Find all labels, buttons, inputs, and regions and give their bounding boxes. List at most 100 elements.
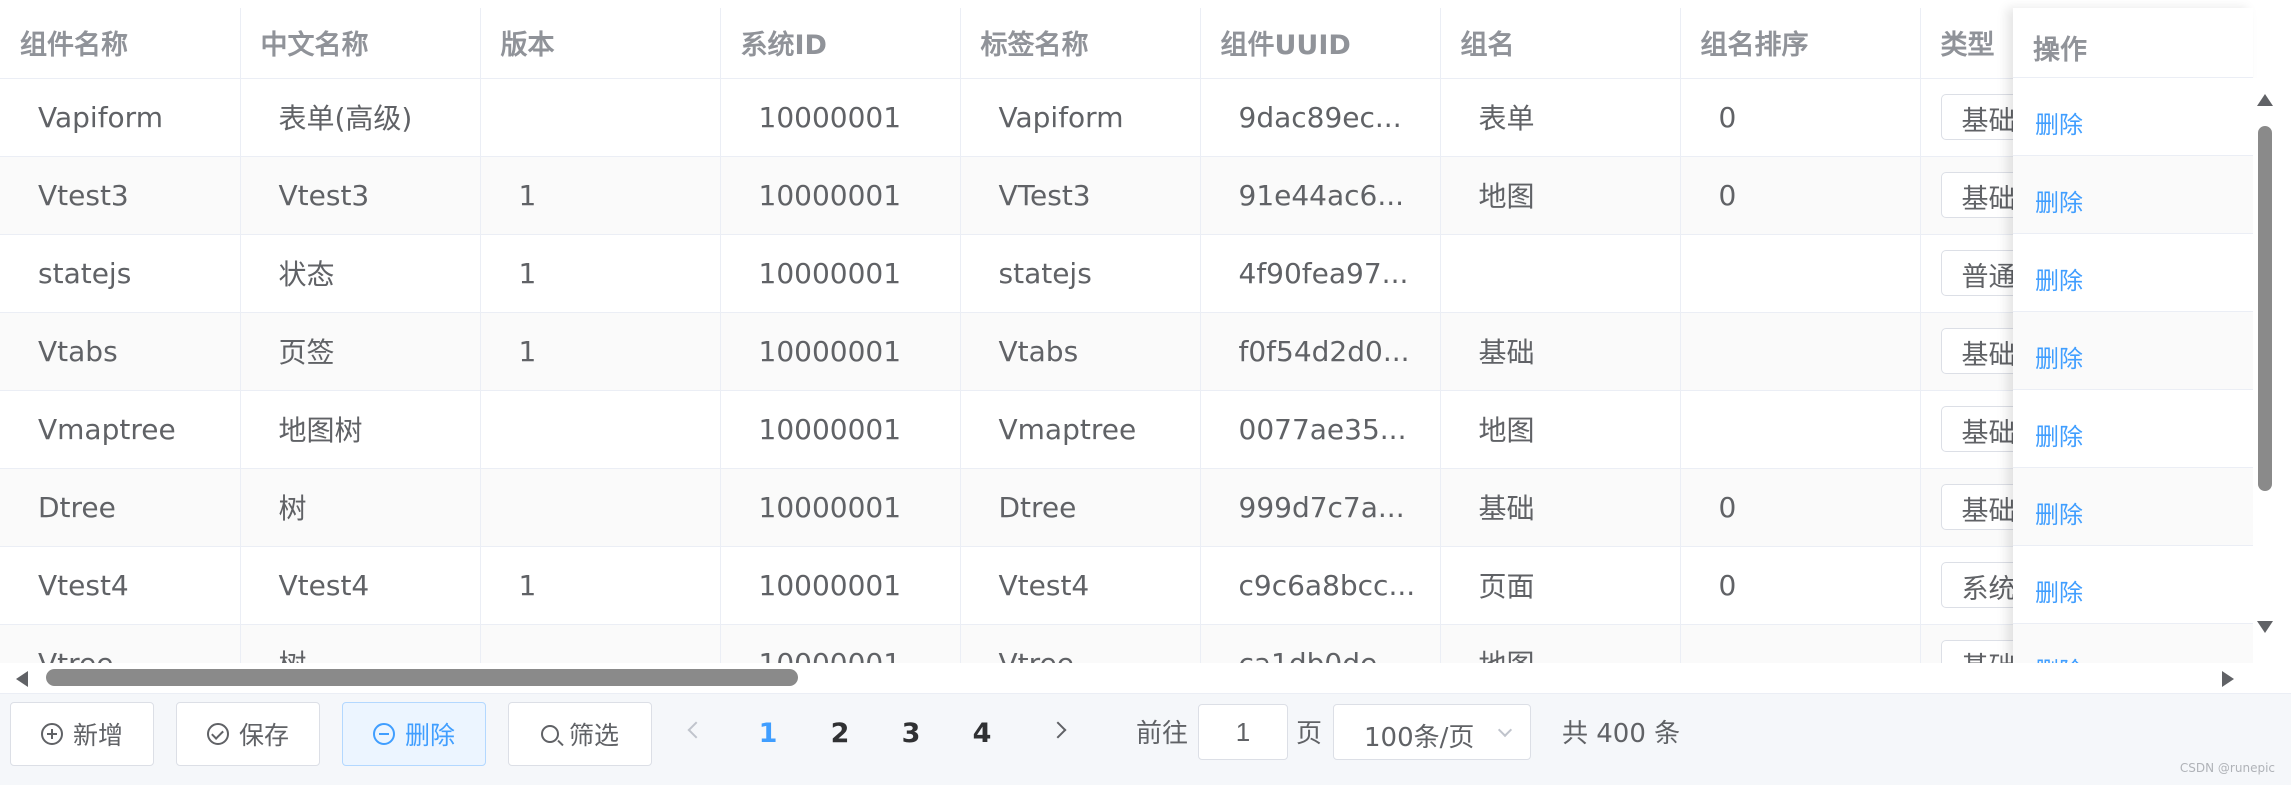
column-header-actions: 操作: [2013, 8, 2253, 78]
column-header-version[interactable]: 版本: [480, 8, 721, 79]
cell-component-name: Vtabs: [0, 312, 241, 391]
cell-system-id: 10000001: [720, 312, 961, 391]
table-row[interactable]: statejs 状态 1 10000001 statejs 4f90fea97... 普通: [0, 234, 2262, 313]
vertical-scroll-thumb[interactable]: [2258, 126, 2272, 491]
row-delete-link[interactable]: 删除: [2013, 234, 2253, 312]
scroll-left-arrow-icon[interactable]: [16, 671, 28, 687]
column-header-component-uuid[interactable]: 组件UUID: [1200, 8, 1441, 79]
cell-component-uuid: ca1db0de...: [1200, 624, 1441, 663]
vertical-scrollbar[interactable]: [2253, 78, 2277, 663]
cell-system-id: 10000001: [720, 390, 961, 469]
column-header-chinese-name[interactable]: 中文名称: [240, 8, 481, 79]
scroll-down-arrow-icon[interactable]: [2257, 621, 2273, 633]
cell-group-order: 0: [1680, 468, 1921, 547]
goto-suffix: 页: [1296, 719, 1323, 749]
row-delete-link[interactable]: 删除: [2013, 468, 2253, 546]
horizontal-scrollbar[interactable]: [0, 663, 2262, 693]
cell-component-name: Vtest4: [0, 546, 241, 625]
cell-tag-name: statejs: [960, 234, 1201, 313]
cell-version: [480, 390, 721, 469]
plus-circle-icon: [40, 723, 63, 745]
cell-component-uuid: f0f54d2d0...: [1200, 312, 1441, 391]
cell-component-uuid: 91e44ac6...: [1200, 156, 1441, 235]
cell-component-uuid: 999d7c7a...: [1200, 468, 1441, 547]
cell-version: [480, 624, 721, 663]
cell-system-id: 10000001: [720, 624, 961, 663]
add-button[interactable]: 新增: [10, 702, 154, 766]
table-row[interactable]: Vtabs 页签 1 10000001 Vtabs f0f54d2d0... 基础 基础: [0, 312, 2262, 391]
cell-system-id: 10000001: [720, 468, 961, 547]
bottom-toolbar: 新增 保存 删除 筛选 1 2 3 4 前往 页 100条/页 共 400 条 …: [0, 693, 2291, 785]
cell-system-id: 10000001: [720, 78, 961, 157]
prev-page-chevron-icon[interactable]: [687, 721, 705, 739]
cell-chinese-name: 地图树: [240, 390, 481, 469]
table-row[interactable]: Vtest3 Vtest3 1 10000001 VTest3 91e44ac6... 地图…: [0, 156, 2262, 235]
cell-group-order: [1680, 312, 1921, 391]
row-delete-link[interactable]: 删除: [2013, 312, 2253, 390]
cell-component-uuid: 4f90fea97...: [1200, 234, 1441, 313]
cell-version: 1: [480, 312, 721, 391]
cell-version: 1: [480, 156, 721, 235]
save-button-label: 保存: [238, 721, 289, 750]
minus-circle-icon: [372, 723, 395, 745]
page-number-1[interactable]: 1: [748, 702, 788, 766]
cell-group-order: 0: [1680, 78, 1921, 157]
table-row[interactable]: Vmaptree 地图树 10000001 Vmaptree 0077ae35... 地图…: [0, 390, 2262, 469]
page-number-3[interactable]: 3: [891, 702, 931, 766]
cell-tag-name: VTest3: [960, 156, 1201, 235]
row-delete-link[interactable]: 删除: [2013, 156, 2253, 234]
cell-version: [480, 78, 721, 157]
component-table: 组件名称 中文名称 版本 系统ID 标签名称 组件UUID 组名 组名排序 类型…: [0, 8, 2262, 663]
page-number-2[interactable]: 2: [820, 702, 860, 766]
row-delete-link[interactable]: 删除: [2013, 546, 2253, 624]
page-size-value: 100条/页: [1364, 723, 1475, 753]
cell-group-name: 地图: [1440, 156, 1681, 235]
cell-group-name: 表单: [1440, 78, 1681, 157]
search-icon: [540, 725, 559, 743]
table-row[interactable]: Vtree树10000001Vtreeca1db0de...地图基础: [0, 624, 2262, 663]
add-button-label: 新增: [72, 721, 123, 750]
component-table-page: 组件名称 中文名称 版本 系统ID 标签名称 组件UUID 组名 组名排序 类型…: [0, 0, 2291, 785]
horizontal-scroll-thumb[interactable]: [46, 669, 798, 686]
cell-chinese-name: 状态: [240, 234, 481, 313]
row-delete-link[interactable]: 删除: [2013, 390, 2253, 468]
cell-tag-name: Vtest4: [960, 546, 1201, 625]
cell-chinese-name: Vtest4: [240, 546, 481, 625]
scroll-right-arrow-icon[interactable]: [2222, 671, 2234, 687]
scroll-up-arrow-icon[interactable]: [2257, 94, 2273, 106]
goto-page-input[interactable]: [1198, 704, 1288, 760]
table-row[interactable]: Vtest4 Vtest4 1 10000001 Vtest4 c9c6a8bcc... 页…: [0, 546, 2262, 625]
filter-button[interactable]: 筛选: [508, 702, 652, 766]
row-delete-link[interactable]: 删除: [2013, 624, 2253, 663]
column-header-tag-name[interactable]: 标签名称: [960, 8, 1201, 79]
cell-group-order: [1680, 624, 1921, 663]
row-delete-link[interactable]: 删除: [2013, 78, 2253, 156]
page-number-4[interactable]: 4: [962, 702, 1002, 766]
table-row[interactable]: Vapiform 表单(高级) 10000001 Vapiform 9dac89ec..…: [0, 78, 2262, 157]
cell-group-order: [1680, 390, 1921, 469]
cell-group-name: 基础: [1440, 468, 1681, 547]
save-button[interactable]: 保存: [176, 702, 320, 766]
table-row[interactable]: Dtree 树 10000001 Dtree 999d7c7a... 基础 0 基础: [0, 468, 2262, 547]
cell-component-name: Dtree: [0, 468, 241, 547]
column-header-group-name[interactable]: 组名: [1440, 8, 1681, 79]
cell-tag-name: Vtabs: [960, 312, 1201, 391]
column-header-group-order[interactable]: 组名排序: [1680, 8, 1921, 79]
cell-component-uuid: 0077ae35...: [1200, 390, 1441, 469]
column-header-system-id[interactable]: 系统ID: [720, 8, 961, 79]
cell-component-name: Vapiform: [0, 78, 241, 157]
column-header-component-name[interactable]: 组件名称: [0, 8, 241, 79]
page-size-select[interactable]: 100条/页: [1333, 704, 1531, 760]
cell-tag-name: Vapiform: [960, 78, 1201, 157]
cell-version: 1: [480, 546, 721, 625]
next-page-chevron-icon[interactable]: [1049, 721, 1067, 739]
action-cells: 删除删除删除删除删除删除删除删除: [2013, 78, 2253, 663]
delete-button[interactable]: 删除: [342, 702, 486, 766]
fixed-action-column: 操作 删除删除删除删除删除删除删除删除: [2013, 8, 2253, 663]
cell-version: 1: [480, 234, 721, 313]
cell-group-name: 基础: [1440, 312, 1681, 391]
cell-group-order: 0: [1680, 156, 1921, 235]
cell-component-name: Vtest3: [0, 156, 241, 235]
cell-tag-name: Vmaptree: [960, 390, 1201, 469]
cell-component-uuid: c9c6a8bcc...: [1200, 546, 1441, 625]
